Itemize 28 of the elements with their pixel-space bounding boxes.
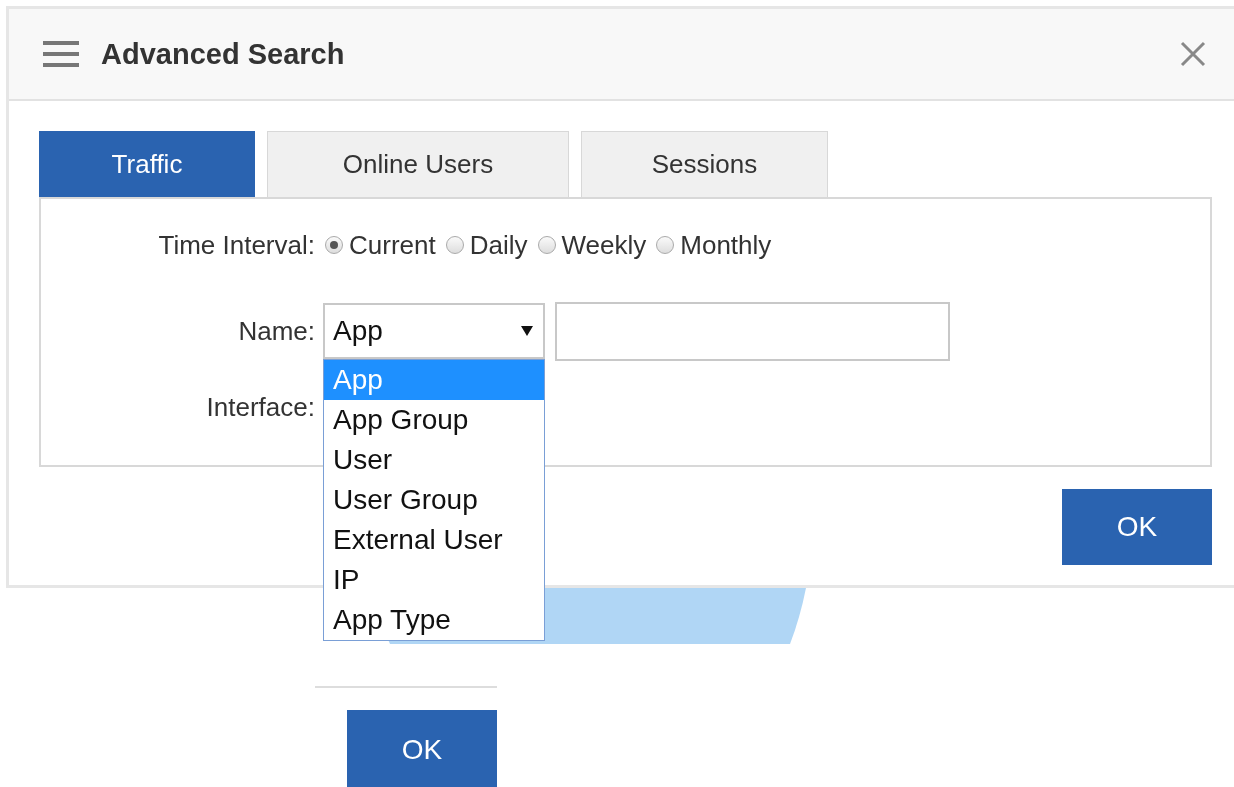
radio-label[interactable]: Monthly xyxy=(680,229,772,261)
field-label: Name: xyxy=(237,315,316,347)
dialog-title: Advanced Search xyxy=(101,37,346,71)
dropdown-option[interactable]: App Group xyxy=(324,400,544,440)
radio-label[interactable]: Daily xyxy=(469,229,528,261)
menu-icon[interactable] xyxy=(43,39,79,69)
ok-button[interactable]: OK xyxy=(1062,489,1212,565)
radio-button[interactable] xyxy=(325,236,343,254)
tab[interactable]: Sessions xyxy=(581,131,828,197)
radio-button[interactable] xyxy=(537,236,556,254)
field-label: Time Interval: xyxy=(157,229,316,261)
input-field[interactable] xyxy=(555,301,950,361)
radio-label[interactable]: Weekly xyxy=(561,229,647,261)
radio-label[interactable]: Current xyxy=(349,229,436,261)
dropdown-select[interactable]: App xyxy=(323,303,545,359)
tab[interactable]: Online Users xyxy=(267,131,569,197)
dropdown-option[interactable]: External User xyxy=(324,520,544,560)
close-icon[interactable] xyxy=(1180,41,1206,67)
radio-button[interactable] xyxy=(445,236,464,254)
radio-button[interactable] xyxy=(656,236,675,254)
dropdown-option[interactable]: IP xyxy=(324,560,544,600)
tab[interactable]: Traffic xyxy=(39,131,255,197)
caret-icon xyxy=(521,326,533,336)
dropdown-option[interactable]: User Group xyxy=(324,480,544,520)
dropdown-option[interactable]: User xyxy=(324,440,544,480)
ok-button[interactable]: OK xyxy=(347,710,497,787)
dropdown-option[interactable]: App Type xyxy=(324,600,544,640)
field-label: Interface: xyxy=(205,391,316,423)
